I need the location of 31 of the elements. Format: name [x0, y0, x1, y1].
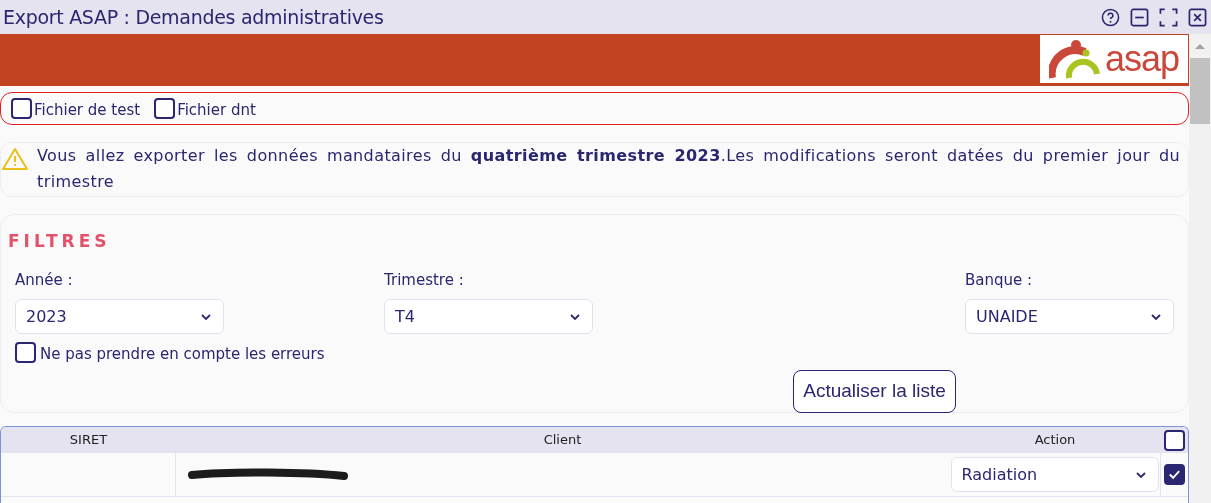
minimize-icon[interactable]: [1130, 7, 1149, 27]
dropdown[interactable]: T4: [384, 299, 593, 334]
warning-message: Vous allez exporter les données mandataires du quatrième trimestre 2023.Les modifications seront datées du premier jour du trimestre: [37, 145, 1180, 193]
checkbox[interactable]: [154, 98, 176, 119]
checkbox-label: Fichier de test: [34, 100, 141, 122]
help-icon[interactable]: [1101, 7, 1120, 27]
close-icon[interactable]: [1188, 7, 1207, 27]
dropdown[interactable]: UNAIDE: [965, 299, 1174, 334]
scrollbar-thumb[interactable]: [1190, 58, 1210, 124]
column-header: Action: [1034, 431, 1076, 450]
field-label: Année :: [15, 269, 74, 291]
checkbox-label: Fichier dnt: [177, 100, 256, 122]
select-all-checkbox[interactable]: [1164, 429, 1185, 451]
column-header: SIRET: [69, 431, 108, 450]
window-title: Export ASAP : Demandes administratives: [3, 4, 384, 30]
dropdown[interactable]: 2023: [15, 299, 224, 334]
column-header: Client: [543, 431, 582, 450]
warning-icon: [1, 147, 29, 171]
field-label: Trimestre :: [384, 269, 465, 291]
dropdown[interactable]: Radiation: [950, 457, 1159, 492]
scrollbar[interactable]: [1189, 34, 1211, 503]
refresh-button[interactable]: Actualiser la liste: [793, 369, 956, 413]
checkbox[interactable]: [15, 342, 36, 364]
logo-text: asap: [1104, 41, 1180, 77]
checkbox-label: Ne pas prendre en compte les erreurs: [40, 344, 325, 365]
checkbox[interactable]: [1164, 464, 1185, 485]
logo-icon: [1048, 38, 1103, 80]
checkbox[interactable]: [11, 98, 32, 119]
filters-title: FILTRES: [8, 230, 112, 253]
field-label: Banque :: [965, 269, 1034, 291]
fullscreen-icon[interactable]: [1159, 7, 1178, 27]
